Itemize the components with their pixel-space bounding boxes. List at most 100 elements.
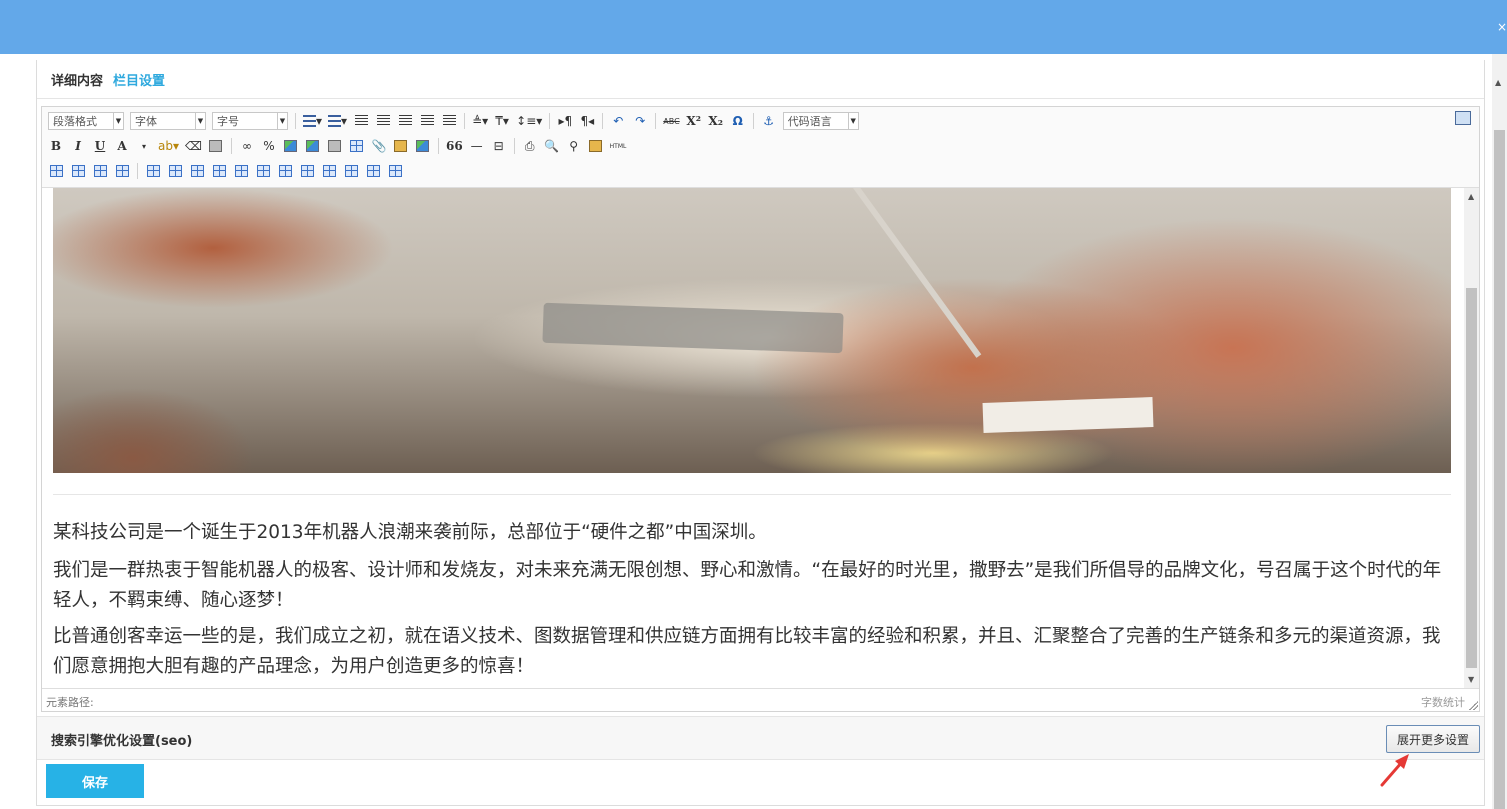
insert-row-icon[interactable] bbox=[189, 162, 205, 180]
insert-table-icon[interactable] bbox=[349, 137, 365, 155]
editor-toolbar: 段落格式 ▼ 字体 ▼ 字号 ▼ ▾ ▾ ≜▾ ₸▾ ↕≡▾ ▸¶ ¶◂ ↶ ↷… bbox=[42, 107, 1479, 188]
font-color-button[interactable]: A bbox=[114, 137, 130, 155]
anchor-icon[interactable]: ⚓ bbox=[761, 112, 777, 130]
align-right-icon[interactable] bbox=[419, 112, 435, 130]
scrawl-icon[interactable] bbox=[415, 137, 431, 155]
delete-row-icon[interactable] bbox=[211, 162, 227, 180]
font-color-dropdown-icon[interactable]: ▾ bbox=[136, 137, 152, 155]
html-source-button[interactable]: HTML bbox=[610, 137, 627, 155]
toolbar-divider bbox=[437, 138, 439, 154]
undo-icon[interactable]: ↶ bbox=[610, 112, 626, 130]
toolbar-divider bbox=[230, 138, 232, 154]
paste-plain-icon[interactable] bbox=[588, 137, 604, 155]
font-size-select[interactable]: 字号 ▼ bbox=[212, 112, 288, 130]
strikethrough-button[interactable]: ABC bbox=[663, 112, 679, 130]
scroll-down-icon[interactable]: ▼ bbox=[1468, 675, 1474, 684]
photo-tablet-shape bbox=[542, 302, 844, 354]
line-height-icon[interactable]: ↕≡▾ bbox=[516, 112, 542, 130]
insert-media-icon[interactable] bbox=[305, 137, 321, 155]
image-center-icon[interactable] bbox=[114, 162, 130, 180]
align-left-icon[interactable] bbox=[375, 112, 391, 130]
editor-statusbar: 元素路径: 字数统计 bbox=[42, 688, 1479, 711]
window-header: × bbox=[0, 0, 1507, 54]
split-rows-icon[interactable] bbox=[365, 162, 381, 180]
resize-grip-icon[interactable] bbox=[1468, 700, 1478, 710]
content-paragraph-2[interactable]: 我们是一群热衷于智能机器人的极客、设计师和发烧友，对未来充满无限创想、野心和激情… bbox=[53, 556, 1453, 616]
underline-button[interactable]: U bbox=[92, 137, 108, 155]
editor-content[interactable]: 某科技公司是一个诞生于2013年机器人浪潮来袭前际，总部位于“硬件之都”中国深圳… bbox=[42, 188, 1464, 688]
search-replace-icon[interactable]: ⚲ bbox=[566, 137, 582, 155]
scroll-up-icon[interactable]: ▲ bbox=[1468, 192, 1474, 201]
split-cells-icon[interactable] bbox=[343, 162, 359, 180]
merge-right-icon[interactable] bbox=[299, 162, 315, 180]
format-painter-icon[interactable] bbox=[208, 137, 224, 155]
toolbar-divider bbox=[295, 113, 296, 129]
page-scroll-thumb[interactable] bbox=[1494, 130, 1505, 809]
preview-icon[interactable]: 🔍 bbox=[544, 137, 560, 155]
rich-text-editor: 段落格式 ▼ 字体 ▼ 字号 ▼ ▾ ▾ ≜▾ ₸▾ ↕≡▾ ▸¶ ¶◂ ↶ ↷… bbox=[41, 106, 1480, 712]
image-right-icon[interactable] bbox=[92, 162, 108, 180]
content-paragraph-3[interactable]: 比普通创客幸运一些的是，我们成立之初，就在语义技术、图数据管理和供应链方面拥有比… bbox=[53, 622, 1453, 682]
fullscreen-icon[interactable] bbox=[1455, 111, 1471, 125]
align-justify-icon[interactable] bbox=[441, 112, 457, 130]
photo-pen-shape bbox=[853, 188, 982, 358]
image-left-icon[interactable] bbox=[70, 162, 86, 180]
ltr-direction-icon[interactable]: ▸¶ bbox=[557, 112, 573, 130]
toolbar-row-2: B I U A ▾ ab▾ ⌫ ∞ % 📎 66 — ⊟ ⎙ 🔍 ⚲ HTML bbox=[48, 135, 626, 157]
panel-header: 详细内容 栏目设置 bbox=[37, 60, 1484, 99]
expand-more-settings-button[interactable]: 展开更多设置 bbox=[1386, 725, 1480, 753]
redo-icon[interactable]: ↷ bbox=[632, 112, 648, 130]
attachment-icon[interactable]: 📎 bbox=[371, 137, 387, 155]
page-scrollbar[interactable]: ▲ bbox=[1492, 54, 1507, 809]
close-icon[interactable]: × bbox=[1497, 20, 1507, 34]
unordered-list-icon[interactable]: ▾ bbox=[328, 112, 347, 130]
page-break-icon[interactable]: ⊟ bbox=[491, 137, 507, 155]
ordered-list-icon[interactable]: ▾ bbox=[303, 112, 322, 130]
horizontal-rule-button[interactable]: — bbox=[469, 137, 485, 155]
editor-scroll-thumb[interactable] bbox=[1466, 288, 1477, 668]
seo-settings-row: 搜索引擎优化设置(seo) 展开更多设置 bbox=[37, 716, 1484, 760]
content-paragraph-1[interactable]: 某科技公司是一个诞生于2013年机器人浪潮来袭前际，总部位于“硬件之都”中国深圳… bbox=[53, 518, 1453, 548]
image-none-icon[interactable] bbox=[48, 162, 64, 180]
save-button[interactable]: 保存 bbox=[46, 764, 144, 798]
unlink-icon[interactable]: % bbox=[261, 137, 277, 155]
paragraph-format-select[interactable]: 段落格式 ▼ bbox=[48, 112, 124, 130]
scroll-up-icon[interactable]: ▲ bbox=[1495, 78, 1501, 87]
bold-button[interactable]: B bbox=[48, 137, 64, 155]
font-family-select[interactable]: 字体 ▼ bbox=[130, 112, 206, 130]
insert-image-icon[interactable] bbox=[283, 137, 299, 155]
eraser-icon[interactable]: ⌫ bbox=[185, 137, 202, 155]
paragraph-spacing-bottom-icon[interactable]: ₸▾ bbox=[494, 112, 510, 130]
paragraph-spacing-top-icon[interactable]: ≜▾ bbox=[472, 112, 488, 130]
toolbar-divider bbox=[752, 113, 754, 129]
delete-col-icon[interactable] bbox=[255, 162, 271, 180]
toolbar-row-3 bbox=[48, 160, 403, 182]
editor-scrollbar[interactable]: ▲ ▼ bbox=[1464, 188, 1479, 688]
merge-down-icon[interactable] bbox=[321, 162, 337, 180]
special-char-button[interactable]: Ω bbox=[730, 112, 746, 130]
link-icon[interactable]: ∞ bbox=[239, 137, 255, 155]
merge-cells-icon[interactable] bbox=[277, 162, 293, 180]
table-delete-icon[interactable] bbox=[167, 162, 183, 180]
blockquote-button[interactable]: 66 bbox=[446, 137, 463, 155]
align-center-icon[interactable] bbox=[397, 112, 413, 130]
code-language-select[interactable]: 代码语言 ▼ bbox=[782, 112, 859, 130]
insert-col-icon[interactable] bbox=[233, 162, 249, 180]
highlight-color-icon[interactable]: ab▾ bbox=[158, 137, 179, 155]
split-cols-icon[interactable] bbox=[387, 162, 403, 180]
rtl-direction-icon[interactable]: ¶◂ bbox=[579, 112, 595, 130]
table-insert-icon[interactable] bbox=[145, 162, 161, 180]
subscript-button[interactable]: X₂ bbox=[708, 112, 724, 130]
italic-button[interactable]: I bbox=[70, 137, 86, 155]
column-settings-link[interactable]: 栏目设置 bbox=[113, 70, 165, 89]
panel-title: 详细内容 bbox=[51, 74, 104, 89]
photo-paper-shape bbox=[982, 397, 1154, 433]
chevron-down-icon: ▼ bbox=[847, 113, 858, 129]
map-icon[interactable] bbox=[393, 137, 409, 155]
print-icon[interactable]: ⎙ bbox=[522, 137, 538, 155]
toolbar-row-1: 段落格式 ▼ 字体 ▼ 字号 ▼ ▾ ▾ ≜▾ ₸▾ ↕≡▾ ▸¶ ¶◂ ↶ ↷… bbox=[48, 110, 859, 132]
indent-icon[interactable] bbox=[353, 112, 369, 130]
code-language-value: 代码语言 bbox=[787, 115, 832, 128]
insert-file-icon[interactable] bbox=[327, 137, 343, 155]
superscript-button[interactable]: X² bbox=[686, 112, 702, 130]
